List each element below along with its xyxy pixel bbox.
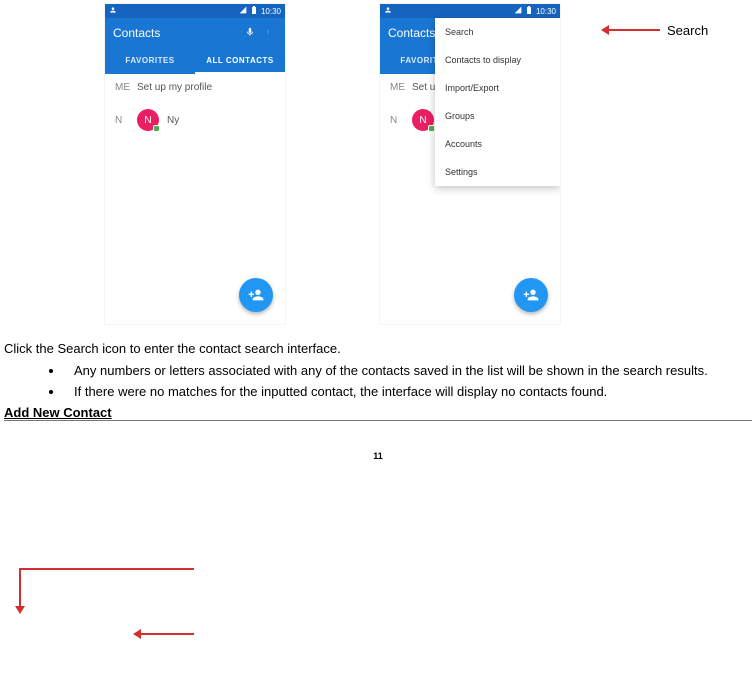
contact-list: ME Set up my profile N N Ny	[105, 74, 285, 139]
section-letter: ME	[115, 82, 137, 93]
list-item[interactable]: N N Ny	[105, 101, 285, 139]
tab-favorites[interactable]: FAVORITES	[105, 48, 195, 74]
page-number: 11	[0, 451, 756, 461]
annotation-arrow-icon	[136, 633, 194, 635]
annotation-line-icon	[19, 568, 21, 608]
menu-item-contacts-to-display[interactable]: Contacts to display	[435, 46, 560, 74]
signal-icon	[239, 6, 247, 16]
status-time: 10:30	[536, 7, 556, 16]
avatar: N	[412, 109, 434, 131]
phone-screenshot-contacts: 10:30 Contacts FAVORITES ALL CONTACTS ME…	[105, 4, 285, 324]
profile-setup-label: Set up my profile	[137, 82, 212, 93]
contact-name: Ny	[167, 115, 179, 126]
overflow-menu-icon[interactable]	[259, 26, 277, 41]
paragraph: Click the Search icon to enter the conta…	[4, 340, 752, 358]
app-bar: Contacts	[105, 18, 285, 48]
bullet-item: Any numbers or letters associated with a…	[64, 362, 752, 380]
avatar: N	[137, 109, 159, 131]
body-text: Click the Search icon to enter the conta…	[4, 340, 752, 401]
section-letter: ME	[390, 82, 412, 93]
phone-screenshot-menu: 10:30 Contacts FAVORITES ME Set u N N	[380, 4, 560, 324]
tabs: FAVORITES ALL CONTACTS	[105, 48, 285, 74]
overflow-menu: Search Contacts to display Import/Export…	[435, 18, 560, 186]
battery-icon	[251, 6, 257, 16]
section-letter: N	[390, 115, 412, 126]
mic-icon[interactable]	[241, 26, 259, 41]
battery-icon	[526, 6, 532, 16]
section-heading: Add New Contact	[4, 405, 752, 420]
list-item[interactable]: ME Set up my profile	[105, 74, 285, 101]
section-letter: N	[115, 115, 137, 126]
screenshots-row: 10:30 Contacts FAVORITES ALL CONTACTS ME…	[0, 0, 756, 324]
presence-dot-icon	[428, 125, 435, 132]
status-bar: 10:30	[380, 4, 560, 18]
menu-item-settings[interactable]: Settings	[435, 158, 560, 186]
menu-item-import-export[interactable]: Import/Export	[435, 74, 560, 102]
menu-item-groups[interactable]: Groups	[435, 102, 560, 130]
status-bar: 10:30	[105, 4, 285, 18]
bullet-item: If there were no matches for the inputte…	[64, 383, 752, 401]
person-icon	[384, 6, 392, 16]
divider	[4, 420, 752, 421]
person-icon	[109, 6, 117, 16]
annotation-search: Search	[667, 23, 708, 38]
menu-item-accounts[interactable]: Accounts	[435, 130, 560, 158]
add-person-icon	[248, 287, 264, 303]
app-title: Contacts	[113, 26, 241, 40]
profile-setup-label: Set u	[412, 82, 435, 93]
menu-item-search[interactable]: Search	[435, 18, 560, 46]
status-time: 10:30	[261, 7, 281, 16]
annotation-arrowhead-icon	[15, 606, 25, 614]
add-contact-fab[interactable]	[514, 278, 548, 312]
add-person-icon	[523, 287, 539, 303]
add-contact-fab[interactable]	[239, 278, 273, 312]
tab-all-contacts[interactable]: ALL CONTACTS	[195, 48, 285, 74]
annotation-arrow-icon	[604, 29, 660, 31]
presence-dot-icon	[153, 125, 160, 132]
annotation-line-icon	[19, 568, 194, 570]
signal-icon	[514, 6, 522, 16]
